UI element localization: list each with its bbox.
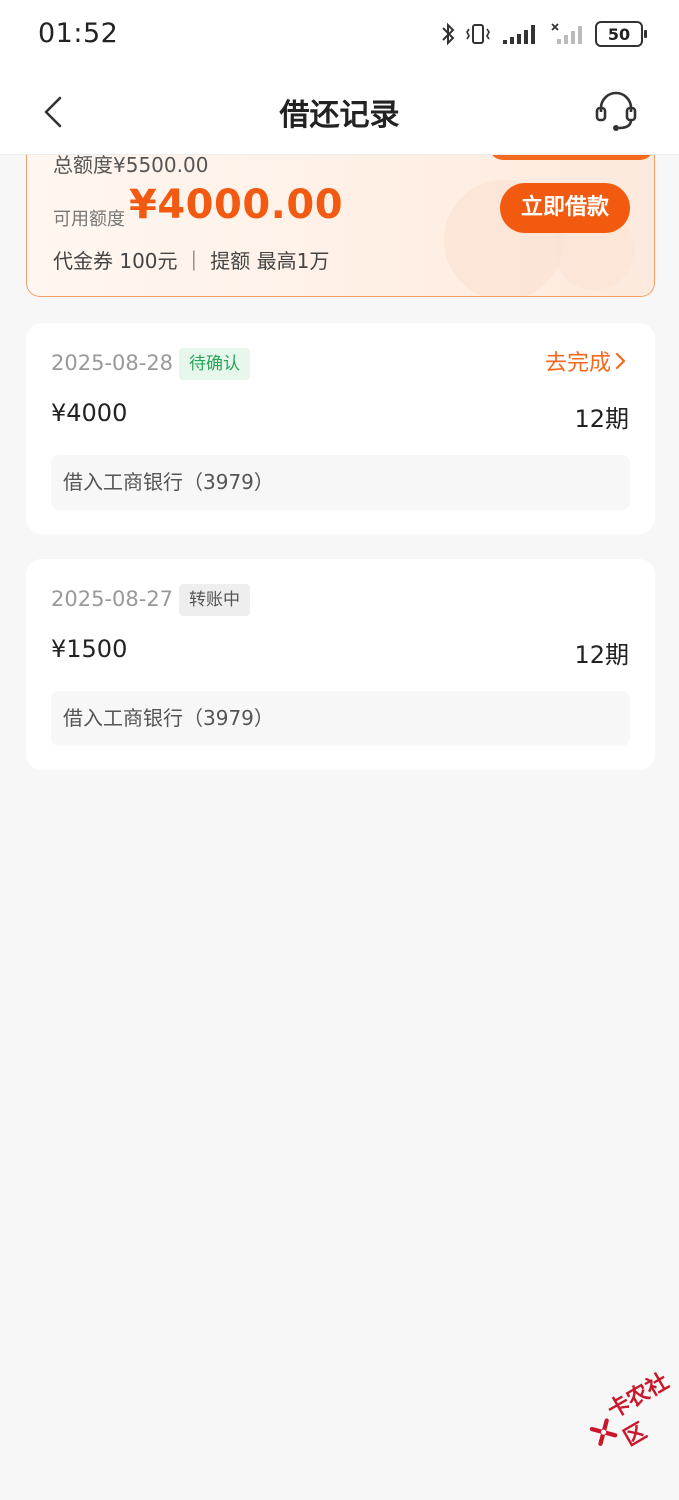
nav-bar: 借还记录: [0, 70, 679, 155]
record-amount: ¥1500: [51, 635, 128, 663]
record-amount: ¥4000: [51, 399, 128, 427]
record-term: 12期: [574, 641, 629, 669]
signal-icon: [503, 25, 535, 44]
record-bank: 借入工商银行（3979）: [51, 691, 630, 746]
status-badge: 转账中: [179, 584, 250, 616]
bluetooth-icon: [442, 22, 455, 46]
record-term: 12期: [574, 405, 629, 433]
vibrate-icon: [466, 24, 490, 44]
available-label: 可用额度: [53, 209, 125, 230]
record-date: 2025-08-28: [51, 351, 174, 375]
borrow-now-button[interactable]: 立即借款: [500, 183, 630, 233]
chevron-right-icon: [615, 352, 626, 370]
status-bar: 01:52 50: [0, 0, 679, 70]
loan-record[interactable]: 2025-08-27 转账中 ¥1500 12期 借入工商银行（3979）: [26, 559, 655, 770]
battery-icon: 50: [595, 21, 647, 47]
status-badge: 待确认: [179, 348, 250, 380]
available-amount: ¥4000.00: [129, 182, 344, 228]
record-date: 2025-08-27: [51, 587, 174, 611]
perks-text: 代金券 100元 ｜ 提额 最高1万: [53, 249, 330, 273]
watermark: 卡农社区: [578, 1360, 679, 1466]
record-bank: 借入工商银行（3979）: [51, 455, 630, 510]
status-time: 01:52: [38, 18, 119, 49]
complete-link[interactable]: 去完成: [545, 345, 627, 377]
status-icons: 50: [441, 20, 647, 48]
signal-off-icon: [551, 23, 582, 44]
page-title: 借还记录: [279, 98, 400, 133]
battery-level: 50: [607, 24, 631, 44]
complete-label: 去完成: [544, 351, 611, 376]
loan-record[interactable]: 2025-08-28 待确认 去完成 ¥4000 12期 借入工商银行（3979…: [26, 323, 655, 534]
headset-icon[interactable]: [593, 88, 639, 134]
